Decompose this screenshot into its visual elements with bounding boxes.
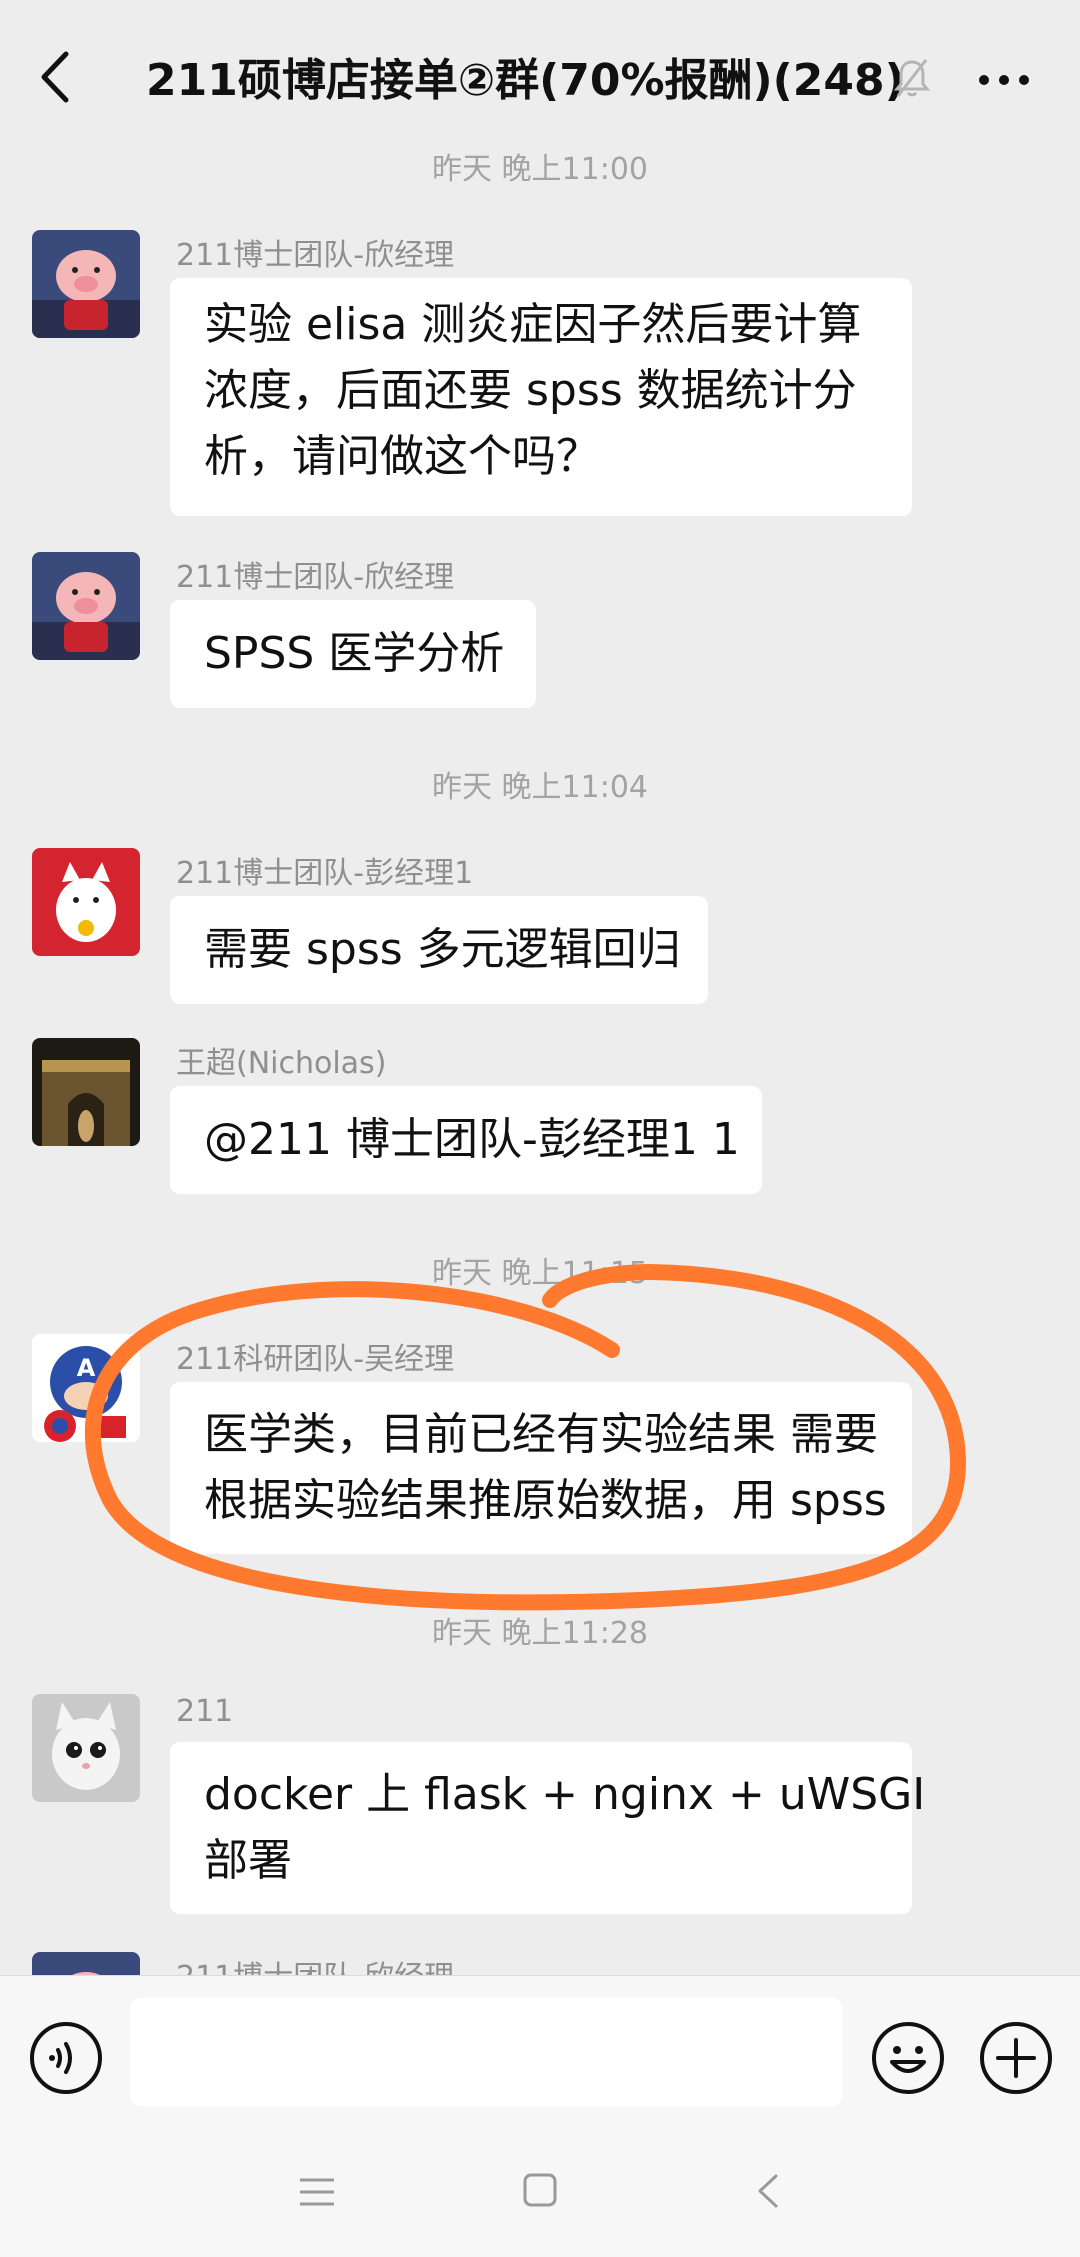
- message-bubble[interactable]: docker 上 flask + nginx + uWSGI 部署: [170, 1742, 926, 1914]
- sender-name: 211: [176, 1694, 234, 1729]
- sender-name: 211博士团队-欣经理: [176, 560, 455, 595]
- pig-avatar[interactable]: [32, 230, 140, 338]
- system-nav-bar: [0, 2128, 1080, 2257]
- message-line: 根据实验结果推原始数据，用 spss: [204, 1475, 887, 1526]
- message-bubble[interactable]: 实验 elisa 测炎症因子然后要计算 浓度，后面还要 spss 数据统计分 析…: [170, 278, 912, 516]
- captain-america-avatar[interactable]: A: [32, 1334, 140, 1442]
- sender-name: 211科研团队-吴经理: [176, 1342, 455, 1377]
- timestamp: 昨天 晚上11:04: [432, 770, 648, 805]
- sender-name: 王超(Nicholas): [176, 1046, 387, 1081]
- pig-avatar[interactable]: [32, 552, 140, 660]
- pig-avatar[interactable]: [32, 1952, 140, 1975]
- night-photo-avatar[interactable]: [32, 1038, 140, 1146]
- message-bubble[interactable]: 需要 spss 多元逻辑回归: [170, 896, 708, 1004]
- recent-apps-icon[interactable]: [298, 2176, 336, 2208]
- plus-icon[interactable]: [978, 2020, 1054, 2096]
- emoji-icon[interactable]: [870, 2020, 946, 2096]
- message-bubble[interactable]: @211 博士团队-彭经理1 1: [170, 1086, 762, 1194]
- input-bar: [0, 1975, 1080, 2128]
- message-bubble[interactable]: SPSS 医学分析: [170, 600, 536, 708]
- sender-name: 211博士团队-欣经理: [176, 238, 455, 273]
- message-line: docker 上 flask + nginx + uWSGI: [204, 1769, 926, 1820]
- timestamp: 昨天 晚上11:28: [432, 1616, 648, 1651]
- home-icon[interactable]: [522, 2172, 558, 2208]
- chat-title: 211硕博店接单②群(70%报酬)(248): [146, 55, 905, 106]
- sender-name: 211博士团队-彭经理1: [176, 856, 474, 891]
- message-line: SPSS 医学分析: [204, 628, 505, 679]
- message-line: 浓度，后面还要 spss 数据统计分: [204, 365, 857, 416]
- message-line: 部署: [204, 1835, 292, 1886]
- timestamp: 昨天 晚上11:00: [432, 152, 648, 187]
- white-cat-avatar[interactable]: [32, 1694, 140, 1802]
- chat-header: 211硕博店接单②群(70%报酬)(248): [0, 0, 1080, 150]
- system-back-icon[interactable]: [754, 2172, 780, 2210]
- message-input[interactable]: [130, 1998, 842, 2106]
- svg-text:A: A: [77, 1354, 96, 1382]
- voice-input-icon[interactable]: [28, 2020, 104, 2096]
- sender-name: 211博士团队-欣经理: [176, 1952, 454, 1975]
- muted-bell-icon: [893, 59, 931, 97]
- message-line: 析，请问做这个吗？: [204, 431, 600, 482]
- lucky-cat-avatar[interactable]: [32, 848, 140, 956]
- message-list[interactable]: 昨天 晚上11:00 211博士团队-欣经理 实验 elisa 测炎症因子然后要…: [0, 150, 1080, 1975]
- message-line: 需要 spss 多元逻辑回归: [204, 924, 681, 975]
- message-line: 实验 elisa 测炎症因子然后要计算: [204, 299, 862, 350]
- message-line: @211 博士团队-彭经理1 1: [204, 1114, 740, 1165]
- message-bubble[interactable]: 医学类，目前已经有实验结果 需要 根据实验结果推原始数据，用 spss: [170, 1382, 912, 1554]
- back-arrow-icon[interactable]: [30, 42, 80, 112]
- timestamp: 昨天 晚上11:15: [432, 1256, 648, 1291]
- message-line: 医学类，目前已经有实验结果 需要: [204, 1409, 878, 1460]
- more-options-icon[interactable]: [978, 70, 1030, 90]
